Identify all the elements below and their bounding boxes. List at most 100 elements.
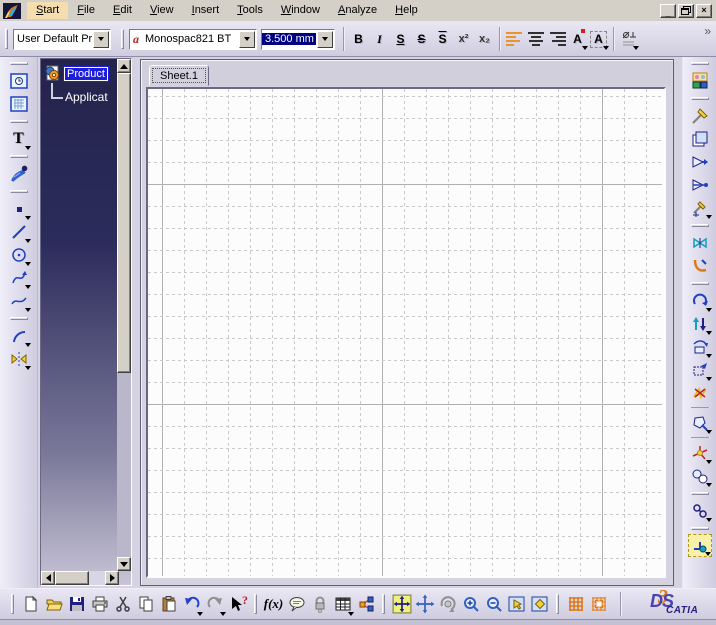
new-document-button[interactable] [19,593,42,616]
tab-sheet1[interactable]: Sheet.1 [149,65,209,86]
link-components-button[interactable] [688,499,712,522]
toolbar-grip[interactable] [690,224,709,227]
scroll-up-button[interactable] [117,59,131,73]
menu-item-insert[interactable]: Insert [183,2,229,19]
strikethrough-button[interactable]: S [411,28,432,50]
toolbar-grip[interactable] [9,155,28,158]
menu-item-window[interactable]: Window [272,2,329,19]
toolbar-grip[interactable] [121,29,124,49]
frame-text-button[interactable]: A [588,28,609,50]
menu-item-tools[interactable]: Tools [228,2,272,19]
superscript-button[interactable]: x² [453,28,474,50]
bold-button[interactable]: B [348,28,369,50]
align-right-button[interactable] [546,28,567,50]
text-tool-button[interactable]: T [7,127,31,150]
rotate-view-button[interactable] [688,289,712,312]
instantiate-component-button[interactable] [688,69,712,92]
symmetry-tool-button[interactable] [7,347,31,370]
copy-button[interactable] [134,593,157,616]
font-combo-arrow[interactable] [239,30,255,48]
minimize-button[interactable]: _ [660,3,676,18]
comment-button[interactable] [285,593,308,616]
menu-item-start[interactable]: Start [27,2,69,19]
close-button[interactable]: × [696,3,712,18]
italic-button[interactable]: I [369,28,390,50]
rotate-button[interactable] [436,593,459,616]
active-tool-button[interactable] [687,534,712,557]
scroll-down-button[interactable] [117,557,131,571]
scroll-right-button[interactable] [105,571,119,585]
align-center-button[interactable] [525,28,546,50]
fit-all-in-button[interactable] [390,593,413,616]
cut-button[interactable] [111,593,134,616]
rotate-3d-button[interactable] [688,335,712,358]
save-button[interactable] [65,593,88,616]
font-color-button[interactable]: A [567,28,588,50]
snap-to-grid-button[interactable] [587,593,610,616]
specification-tree-panel[interactable]: Product Applicat [40,58,132,586]
toolbar-grip[interactable] [690,282,709,285]
scroll-thumb[interactable] [117,73,131,373]
menu-item-edit[interactable]: Edit [104,2,141,19]
tree-node-applications[interactable]: Applicat [65,90,108,104]
sweep-button[interactable] [688,254,712,277]
overline-button[interactable]: S [432,28,453,50]
toolbar-overflow-chevron[interactable]: » [704,24,711,38]
toolbar-grip[interactable] [9,120,28,123]
dimension-style-button[interactable] [618,28,639,50]
fly-mode-button[interactable] [688,150,712,173]
tree-node-label[interactable]: Product [63,65,109,82]
explode-button[interactable] [688,441,712,464]
normal-view-button[interactable] [505,593,528,616]
transform-button[interactable] [688,358,712,381]
tree-node-product[interactable]: Product [44,65,109,82]
profile-feature-button[interactable] [688,411,712,434]
lock-button[interactable] [308,593,331,616]
constraint-button[interactable] [688,231,712,254]
whats-this-button[interactable]: ? [226,593,249,616]
quick-view-button[interactable] [528,593,551,616]
toolbar-grip[interactable] [11,594,14,614]
product-structure-button[interactable] [354,593,377,616]
font-combo[interactable]: a Monospac821 BT [129,28,257,50]
new-sheet-button[interactable] [7,92,31,115]
snap-off-button[interactable] [688,381,712,404]
menu-item-help[interactable]: Help [386,2,427,19]
overlap-check-button[interactable] [688,464,712,487]
flip-orientation-button[interactable] [688,312,712,335]
size-combo[interactable]: 3.500 mm [261,28,335,50]
new-view-button[interactable] [7,69,31,92]
toolbar-grip[interactable] [690,97,709,100]
grid-button[interactable] [564,593,587,616]
circle-tool-button[interactable] [7,243,31,266]
paste-button[interactable] [157,593,180,616]
undo-button[interactable] [180,593,203,616]
menu-item-file[interactable]: File [68,2,104,19]
point-tool-button[interactable] [7,197,31,220]
zoom-in-button[interactable] [459,593,482,616]
pan-button[interactable] [413,593,436,616]
style-combo-arrow[interactable] [93,30,109,48]
turn-head-button[interactable] [688,173,712,196]
design-table-button[interactable] [331,593,354,616]
toolbar-grip[interactable] [9,317,28,320]
toolbar-grip[interactable] [254,594,257,614]
pattern-fill-button[interactable] [7,162,31,185]
toolbar-grip[interactable] [556,594,559,614]
restore-button[interactable] [678,3,694,18]
tree-vertical-scrollbar[interactable] [117,59,131,571]
toolbar-grip[interactable] [690,62,709,65]
size-combo-arrow[interactable] [317,30,333,48]
print-button[interactable] [88,593,111,616]
open-document-button[interactable] [42,593,65,616]
subscript-button[interactable]: x₂ [474,28,495,50]
image-capture-button[interactable] [688,127,712,150]
measure-button[interactable] [688,104,712,127]
toolbar-grip[interactable] [690,492,709,495]
arc-tool-button[interactable] [7,324,31,347]
underline-button[interactable]: S [390,28,411,50]
toolbar-grip[interactable] [5,29,8,49]
drawing-area[interactable] [146,87,666,578]
scroll-left-button[interactable] [41,571,55,585]
line-tool-button[interactable] [7,220,31,243]
